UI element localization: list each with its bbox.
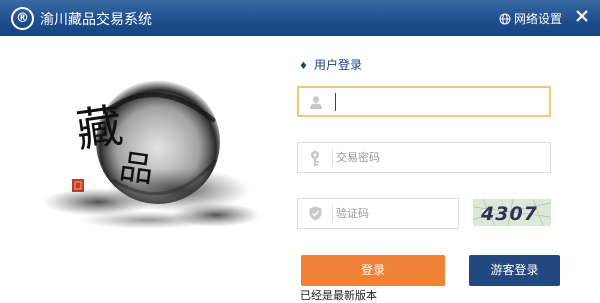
user-icon — [299, 88, 333, 115]
captcha-code: 4307 — [480, 203, 538, 225]
art-char-cang: 藏 — [73, 98, 126, 158]
close-icon — [576, 10, 588, 22]
login-heading: ♦ 用户登录 — [299, 56, 362, 73]
guest-login-button[interactable]: 游客登录 — [469, 255, 560, 286]
password-input[interactable] — [336, 143, 536, 172]
network-settings-button[interactable]: 网络设置 — [499, 10, 562, 27]
title-bar: ® 渝川藏品交易系统 网络设置 — [0, 0, 600, 36]
shield-icon — [298, 199, 332, 228]
password-field[interactable] — [297, 142, 551, 173]
globe-icon — [499, 13, 511, 25]
username-input[interactable] — [335, 93, 538, 111]
login-heading-text: 用户登录 — [313, 58, 362, 72]
version-status: 已经是最新版本 — [300, 289, 377, 302]
network-settings-label: 网络设置 — [514, 12, 563, 26]
diamond-icon: ♦ — [299, 61, 308, 72]
key-icon — [298, 143, 332, 172]
app-title: 渝川藏品交易系统 — [40, 12, 152, 28]
ink-wash-artwork: 藏 品 — [43, 80, 260, 229]
login-button[interactable]: 登录 — [301, 255, 445, 286]
captcha-field[interactable] — [297, 198, 459, 229]
art-char-pin: 品 — [117, 147, 156, 191]
captcha-image[interactable]: 4307 — [473, 199, 551, 226]
red-seal — [72, 179, 84, 192]
close-button[interactable] — [574, 8, 590, 27]
captcha-input[interactable] — [336, 199, 456, 228]
username-field[interactable] — [297, 86, 551, 117]
logo-icon: ® — [11, 7, 34, 30]
